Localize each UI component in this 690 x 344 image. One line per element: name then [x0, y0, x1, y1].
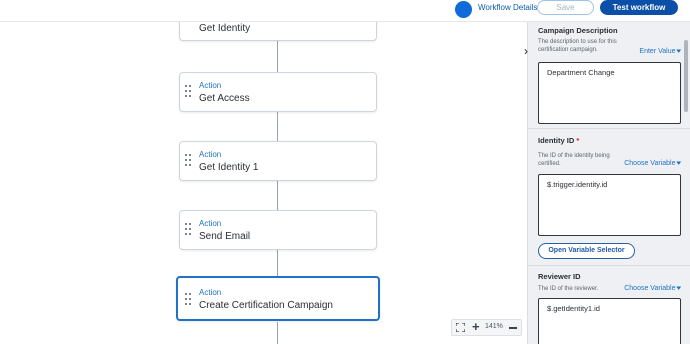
chevron-down-icon: ▾	[676, 48, 682, 55]
open-variable-selector-button[interactable]: Open Variable Selector	[538, 243, 635, 259]
enter-value-dropdown[interactable]: Enter Value▾	[639, 47, 681, 55]
save-button[interactable]: Save	[537, 0, 594, 15]
section-title: Reviewer ID	[538, 272, 581, 281]
collapse-panel-button[interactable]: ›	[521, 42, 533, 60]
campaign-description-input[interactable]: Department Change	[538, 62, 681, 124]
section-description: The ID of the reviewer.	[538, 286, 599, 292]
reviewer-id-section: Reviewer ID The ID of the reviewer. Choo…	[538, 272, 682, 344]
node-kind: Action	[199, 219, 222, 228]
test-workflow-button[interactable]: Test workflow	[600, 0, 678, 15]
required-marker: *	[576, 136, 580, 145]
node-kind: Action	[199, 150, 222, 159]
node-title: Create Certification Campaign	[199, 300, 333, 311]
drag-handle-icon[interactable]	[185, 223, 193, 237]
chevron-right-icon: ›	[524, 44, 528, 58]
node-kind: Action	[199, 81, 222, 90]
section-title: Identity ID *	[538, 136, 681, 145]
connector-line	[277, 249, 278, 277]
zoom-out-icon[interactable]	[509, 327, 517, 329]
field-value: $.trigger.identity.id	[547, 180, 608, 189]
fit-view-icon[interactable]	[456, 323, 465, 332]
dropdown-label: Enter Value	[639, 48, 676, 55]
node-title: Get Identity	[199, 23, 251, 34]
connector-line	[277, 41, 278, 72]
workflow-node-send-email[interactable]: Action Send Email	[179, 210, 377, 250]
workflow-details-icon[interactable]	[455, 1, 472, 18]
field-value: $.getIdentity1.id	[547, 304, 600, 313]
workflow-node-get-identity-1[interactable]: Action Get Identity 1	[179, 141, 377, 181]
identity-id-input[interactable]: $.trigger.identity.id	[538, 174, 681, 236]
workflow-node-create-certification-campaign[interactable]: Action Create Certification Campaign	[176, 276, 380, 321]
connector-line	[277, 111, 278, 141]
choose-variable-dropdown[interactable]: Choose Variable▾	[624, 159, 681, 167]
node-kind: Action	[199, 288, 222, 297]
top-bar: Workflow Details Save Test workflow	[0, 0, 690, 22]
divider	[528, 265, 690, 266]
section-title: Campaign Description	[538, 26, 618, 35]
section-description: The description to use for this certific…	[538, 39, 617, 53]
connector-line	[277, 322, 278, 344]
section-title-text: Identity ID	[538, 136, 575, 145]
campaign-description-section: Campaign Description The description to …	[538, 26, 682, 124]
zoom-in-icon[interactable]: +	[472, 319, 480, 334]
dropdown-label: Choose Variable	[624, 285, 676, 292]
node-title: Get Identity 1	[199, 162, 259, 173]
reviewer-id-input[interactable]: $.getIdentity1.id	[538, 298, 681, 344]
connector-line	[277, 180, 278, 210]
identity-id-section: Identity ID * The ID of the identity bei…	[538, 136, 682, 259]
node-title: Send Email	[199, 231, 251, 242]
workflow-details-link[interactable]: Workflow Details	[478, 3, 537, 12]
panel-scrollbar[interactable]	[684, 40, 688, 112]
chevron-down-icon: ▾	[676, 285, 682, 292]
choose-variable-dropdown[interactable]: Choose Variable▾	[624, 284, 681, 292]
dropdown-label: Choose Variable	[624, 160, 676, 167]
drag-handle-icon[interactable]	[185, 154, 193, 168]
divider	[528, 128, 690, 129]
workflow-node-get-access[interactable]: Action Get Access	[179, 72, 377, 112]
zoom-level: 141%	[485, 323, 503, 330]
section-description: The ID of the identity being certified.	[538, 153, 610, 167]
zoom-controls: + 141%	[451, 319, 522, 336]
chevron-down-icon: ▾	[676, 160, 682, 167]
properties-panel: Campaign Description The description to …	[527, 22, 690, 344]
node-title: Get Access	[199, 93, 250, 104]
drag-handle-icon[interactable]	[185, 293, 193, 307]
drag-handle-icon[interactable]	[185, 85, 193, 99]
field-value: Department Change	[547, 68, 615, 77]
workflow-canvas[interactable]: Get Identity Action Get Access Action Ge…	[0, 0, 527, 344]
